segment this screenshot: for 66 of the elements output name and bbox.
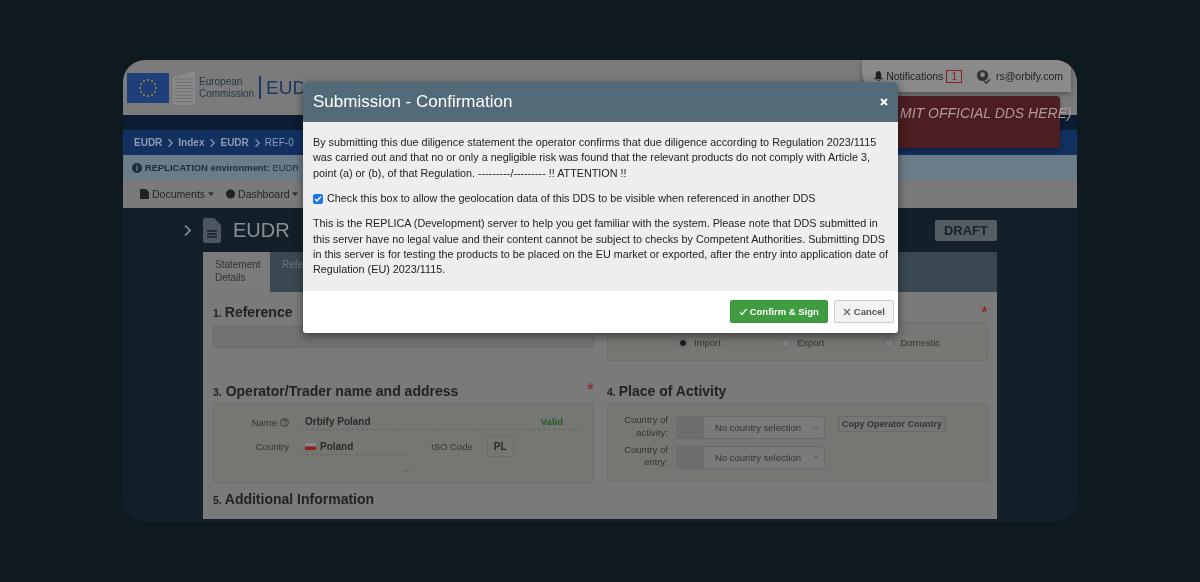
cancel-button[interactable]: Cancel bbox=[833, 300, 894, 324]
breadcrumb-link[interactable]: REF-0 bbox=[264, 137, 294, 148]
field-label: Country of entry: bbox=[623, 443, 668, 470]
section-heading: 5. Additional Information bbox=[213, 491, 376, 507]
tab[interactable]: Statement Details bbox=[203, 252, 270, 292]
info-icon bbox=[132, 162, 142, 173]
chevron-down-icon bbox=[813, 455, 819, 460]
page-title: EUDR bbox=[233, 218, 290, 242]
caret-icon bbox=[292, 192, 299, 196]
chevron-right-icon bbox=[253, 137, 260, 148]
radio-label: Domestic bbox=[900, 337, 940, 348]
checkbox-label: Check this box to allow the geolocation data of this DDS to be visible when referenced in another DDS bbox=[327, 191, 816, 206]
country-select[interactable]: No country selection bbox=[676, 416, 825, 439]
validation-status: Valid bbox=[540, 416, 564, 427]
bell-icon bbox=[874, 71, 884, 81]
dialog-title: Submission - Confirmation bbox=[313, 92, 513, 112]
required-mark: * bbox=[981, 304, 988, 318]
field-label: ISO Code bbox=[431, 441, 473, 452]
help-icon bbox=[280, 417, 289, 427]
confirm-button[interactable]: Confirm & Sign bbox=[729, 300, 828, 324]
radio-button[interactable] bbox=[780, 337, 791, 348]
status-badge: DRAFT bbox=[934, 219, 997, 241]
user-check-icon bbox=[975, 68, 991, 84]
caret-icon bbox=[208, 192, 215, 196]
field-label: Country bbox=[254, 441, 290, 452]
name-value: Orbify Poland Valid bbox=[301, 414, 581, 430]
organization-name: European Commission bbox=[199, 76, 261, 99]
close-icon[interactable] bbox=[880, 98, 888, 106]
section-heading: 3. Operator/Trader name and address bbox=[213, 383, 460, 399]
back-icon bbox=[183, 223, 191, 237]
notice-text: This is the REPLICA (Development) server to help you get familiar with the system. Please note that DDS submitted in this server have no legal value and their content cannot be subject to checks by Competent Authorities. Submitting DDS in this server is for testing the products to be placed on the EU market or exported, after the entry into application date of Regulation (EU) 2023/1115. bbox=[313, 216, 888, 278]
notifications-link[interactable]: Notifications bbox=[886, 70, 944, 82]
checkbox[interactable] bbox=[313, 193, 323, 204]
copy-country-button[interactable]: Copy Operator Country bbox=[838, 416, 946, 432]
close-icon bbox=[842, 307, 851, 316]
breadcrumb-link[interactable]: Index bbox=[178, 137, 205, 148]
country-value: Poland bbox=[320, 440, 354, 452]
chevron-right-icon bbox=[167, 137, 174, 148]
toolbar-menu[interactable]: Dashboard bbox=[226, 188, 299, 200]
environment-notice: REPLICATION environment: EUDR bbox=[145, 162, 300, 173]
toolbar-menu[interactable]: Documents bbox=[140, 188, 215, 200]
radio-label: Import bbox=[694, 337, 721, 348]
field-label: Name bbox=[251, 416, 277, 428]
eu-flag-icon bbox=[127, 72, 169, 103]
breadcrumb-link[interactable]: EUDR bbox=[134, 137, 163, 148]
chevron-down-icon bbox=[813, 425, 819, 430]
confirmation-text: By submitting this due diligence statement the operator confirms that due diligence according to Regulation 2023/1115 was carried out and that no or only a negligible risk was found that the relevant products do not comply with Article 3, point (a) or (b), of that Regulation. ---------/--------- !! ATTENTION !! bbox=[313, 135, 878, 181]
radio-button[interactable] bbox=[884, 337, 895, 348]
country-select[interactable]: No country selection bbox=[676, 445, 825, 469]
iso-code-field: PL bbox=[486, 436, 514, 457]
radio-label: Export bbox=[796, 337, 825, 348]
section-heading: 1. Reference bbox=[213, 304, 294, 320]
document-icon bbox=[140, 189, 149, 199]
field-label: Country of activity: bbox=[623, 414, 668, 440]
user-email[interactable]: rs@orbify.com bbox=[995, 70, 1063, 82]
breadcrumb-link[interactable]: EUDR bbox=[220, 137, 249, 148]
radio-button[interactable] bbox=[678, 337, 688, 348]
notification-count: 1 bbox=[946, 69, 962, 83]
chevron-right-icon bbox=[209, 137, 216, 148]
required-mark: * bbox=[587, 385, 594, 395]
check-icon bbox=[738, 307, 747, 316]
more-indicator: ... bbox=[402, 463, 413, 474]
building-icon bbox=[173, 70, 195, 105]
flag-icon bbox=[305, 442, 316, 450]
section-heading: 4. Place of Activity bbox=[607, 383, 728, 399]
document-icon bbox=[203, 217, 221, 243]
